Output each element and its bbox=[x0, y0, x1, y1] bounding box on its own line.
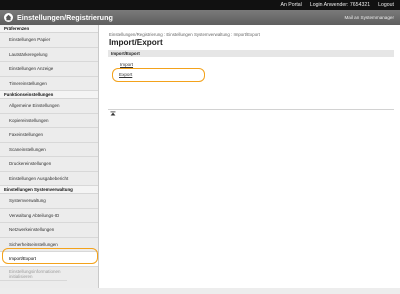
sidebar-item-report[interactable]: Einstellungen Ausgabebericht bbox=[0, 171, 98, 186]
sidebar-item-paper[interactable]: Einstellungen Papier bbox=[0, 33, 98, 48]
sidebar-item-volume[interactable]: Lautstärkeregelung bbox=[0, 47, 98, 62]
sidebar-item-copy[interactable]: Kopiereinstellungen bbox=[0, 113, 98, 128]
import-link[interactable]: Import bbox=[120, 62, 133, 67]
title-bar: Einstellungen/Registrierung Mail an Syst… bbox=[0, 10, 400, 25]
portal-link[interactable]: An Portal bbox=[280, 2, 301, 8]
sidebar-item-department-id[interactable]: Verwaltung Abteilungs-ID bbox=[0, 208, 98, 223]
sidebar-item-fax[interactable]: Faxeinstellungen bbox=[0, 128, 98, 143]
sidebar-section-system: Einstellungen Systemverwaltung bbox=[0, 186, 98, 194]
sidebar-item-timer[interactable]: Timereinstellungen bbox=[0, 76, 98, 91]
sidebar-item-scan[interactable]: Scaneinstellungen bbox=[0, 142, 98, 157]
divider bbox=[108, 109, 394, 110]
sidebar-section-preferences: Präferenzen bbox=[0, 25, 98, 33]
export-link[interactable]: Export bbox=[119, 72, 132, 77]
page-title: Import/Export bbox=[109, 38, 163, 47]
page-heading: Einstellungen/Registrierung bbox=[17, 13, 113, 22]
panel-header: Import/Export bbox=[108, 50, 394, 57]
sidebar: Präferenzen Einstellungen Papier Lautstä… bbox=[0, 25, 99, 294]
sidebar-item-import-export[interactable]: Import/Export bbox=[0, 252, 98, 267]
sidebar-section-functions: Funktionseinstellungen bbox=[0, 91, 98, 99]
arrow-up-icon[interactable] bbox=[110, 111, 116, 117]
mail-to-manager-link[interactable]: Mail an Systemmanager bbox=[344, 15, 394, 20]
top-bar: An Portal Login Anwender: 7654321 Logout bbox=[0, 0, 400, 10]
logout-link[interactable]: Logout bbox=[378, 2, 394, 8]
sidebar-item-system-management[interactable]: Systemverwaltung bbox=[0, 194, 98, 209]
home-icon[interactable] bbox=[4, 13, 13, 22]
sidebar-item-printer[interactable]: Druckereinstellungen bbox=[0, 157, 98, 172]
bottom-strip bbox=[0, 288, 400, 294]
sidebar-item-display[interactable]: Einstellungen Anzeige bbox=[0, 62, 98, 77]
sidebar-item-initialize: Einstellungsinformationen initialisieren bbox=[0, 266, 67, 281]
sidebar-item-security[interactable]: Sicherheitseinstellungen bbox=[0, 237, 98, 252]
login-user: Login Anwender: 7654321 bbox=[309, 2, 371, 8]
sidebar-item-network[interactable]: Netzwerkeinstellungen bbox=[0, 223, 98, 238]
app-window: An Portal Login Anwender: 7654321 Logout… bbox=[0, 0, 400, 294]
breadcrumb: Einstellungen/Registrierung : Einstellun… bbox=[109, 32, 260, 37]
main-content: Einstellungen/Registrierung : Einstellun… bbox=[99, 25, 400, 294]
sidebar-item-general[interactable]: Allgemeine Einstellungen bbox=[0, 99, 98, 114]
